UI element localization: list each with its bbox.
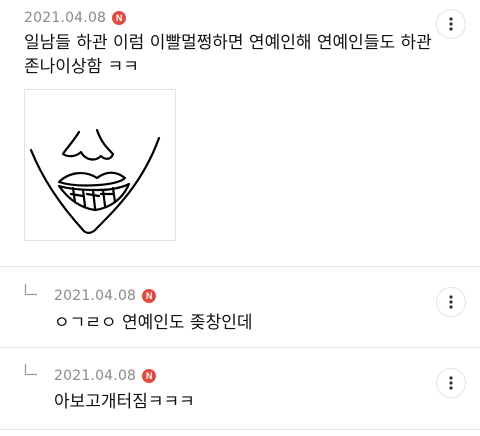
more-options-button[interactable]	[436, 9, 466, 39]
comment-date: 2021.04.08	[54, 368, 137, 384]
comment-text: ㅇㄱㄹㅇ 연예인도 좆창인데	[54, 313, 253, 333]
comment-text: 일남들 하관 이럼 이빨멀쩡하면 연예인해 연예인들도 하관 존나이상함 ㅋㅋ	[24, 31, 432, 79]
comment-date: 2021.04.08	[24, 10, 107, 26]
comment-meta: 2021.04.08 N	[54, 288, 157, 304]
divider	[0, 347, 480, 348]
more-vertical-icon	[449, 17, 453, 31]
new-badge: N	[112, 11, 127, 25]
comment-text: 아보고개터짐ㅋㅋㅋ	[54, 392, 195, 412]
new-badge: N	[142, 289, 157, 303]
comment-text-line: 존나이상함 ㅋㅋ	[24, 57, 139, 77]
reply-arrow-icon	[24, 364, 37, 376]
more-vertical-icon	[449, 295, 453, 309]
attached-image[interactable]	[24, 89, 176, 241]
more-options-button[interactable]	[436, 368, 466, 398]
sketch-drawing	[29, 128, 161, 234]
comment-meta: 2021.04.08 N	[54, 368, 157, 384]
more-vertical-icon	[449, 376, 453, 390]
comment-text-line: 일남들 하관 이럼 이빨멀쩡하면 연예인해 연예인들도 하관	[24, 33, 432, 53]
new-badge: N	[142, 369, 157, 383]
divider	[0, 429, 480, 430]
comment-date: 2021.04.08	[54, 288, 137, 304]
reply-arrow-icon	[24, 284, 37, 296]
divider	[0, 266, 480, 267]
more-options-button[interactable]	[436, 287, 466, 317]
comment-meta: 2021.04.08 N	[24, 10, 127, 26]
